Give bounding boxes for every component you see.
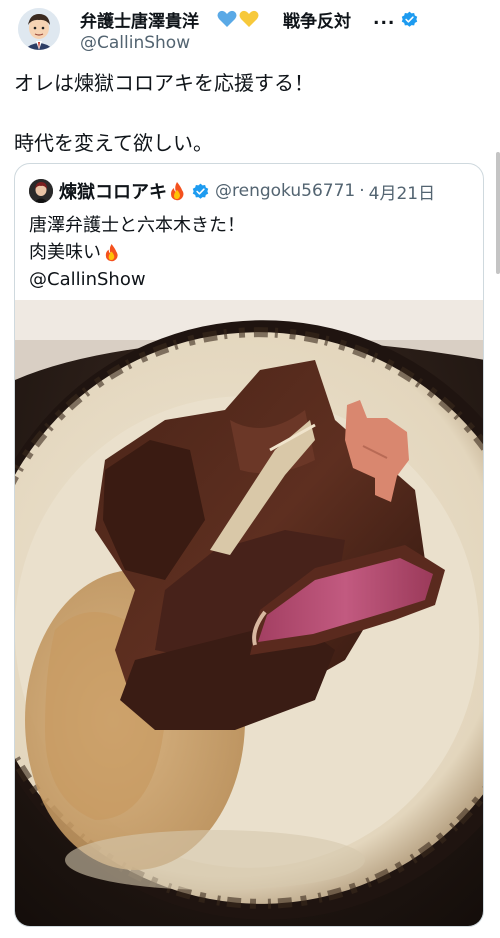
quoted-mention[interactable]: @CallinShow [29,266,146,293]
author-name-row: 弁護士唐澤貴洋 戦争反対 ... [80,7,418,32]
quoted-line-1-text: 唐澤弁護士と六本木きた！ [29,215,245,236]
author-display-name[interactable]: 弁護士唐澤貴洋 [80,7,199,32]
quoted-tweet-text: 唐澤弁護士と六本木きた！ 肉美味い @CallinShow [29,212,245,293]
quoted-display-name[interactable]: 煉獄コロアキ [59,178,167,204]
tweet-header: 弁護士唐澤貴洋 戦争反対 ... @CallinShow [0,0,500,60]
quoted-handle[interactable]: @rengoku56771 [215,181,355,201]
verified-badge-icon [402,11,418,27]
quoted-line-1: 唐澤弁護士と六本木きた！ [29,212,245,239]
author-handle[interactable]: @CallinShow [80,33,190,53]
name-truncation: ... [373,9,396,29]
scrollbar[interactable] [496,152,500,274]
quoted-date[interactable]: 4月21日 [369,179,435,204]
quoted-line-2-text: 肉美味い [29,242,101,263]
quoted-line-2: 肉美味い [29,239,245,266]
steak-photo[interactable] [15,300,484,927]
quoted-author-avatar[interactable] [29,179,53,203]
fire-icon [105,244,118,262]
blue-heart-icon [217,10,237,27]
fire-icon [171,182,184,201]
quoted-verified-badge-icon [192,183,209,199]
quoted-line-3: @CallinShow [29,266,245,293]
tweet-line-1: オレは煉獄コロアキを応援する！ [14,71,314,95]
quoted-tweet-header: 煉獄コロアキ @rengoku56771 · 4月21日 [29,178,435,204]
tweet-line-2: 時代を変えて欲しい。 [14,131,213,155]
quoted-tweet[interactable]: 煉獄コロアキ @rengoku56771 · 4月21日 唐澤弁護士と六本木きた… [14,163,484,927]
yellow-heart-icon [239,10,259,27]
tweet-text: オレは煉獄コロアキを応援する！ 時代を変えて欲しい。 [14,68,484,158]
heart-emojis [217,10,259,28]
dot-separator: · [359,181,365,201]
author-avatar[interactable] [18,8,60,50]
author-slogan: 戦争反対 [283,11,351,32]
